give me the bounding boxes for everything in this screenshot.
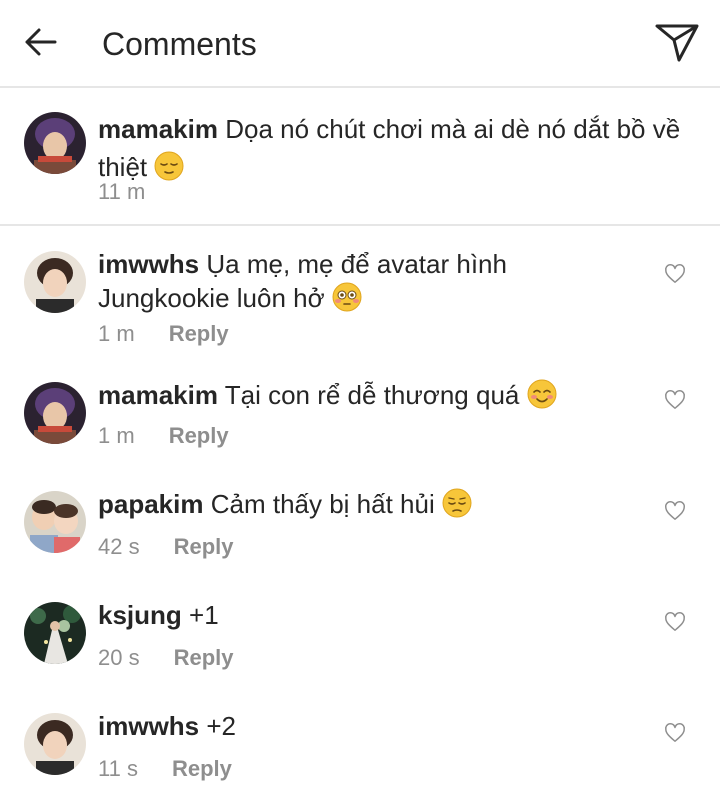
smiling-blush-face-emoji [527, 379, 557, 409]
avatar[interactable] [24, 602, 86, 664]
heart-icon[interactable] [664, 500, 686, 522]
avatar[interactable] [24, 491, 86, 553]
username[interactable]: papakim [98, 489, 204, 519]
comment-meta: 1 m Reply [98, 321, 229, 347]
comment-body: Cảm thấy bị hất hủi [210, 489, 435, 519]
comment-text: imwwhs Ụa mẹ, mẹ để avatar hình Jungkook… [98, 247, 638, 315]
heart-icon[interactable] [664, 389, 686, 411]
avatar[interactable] [24, 713, 86, 775]
username[interactable]: imwwhs [98, 249, 199, 279]
caption-text: mamakim Dọa nó chút chơi mà ai dè nó dắt… [98, 110, 698, 186]
timestamp: 11 m [98, 179, 146, 204]
heart-icon[interactable] [664, 611, 686, 633]
avatar[interactable] [24, 382, 86, 444]
timestamp: 11 s [98, 756, 138, 781]
paper-plane-icon [655, 24, 699, 62]
avatar[interactable] [24, 251, 86, 313]
reply-button[interactable]: Reply [174, 534, 234, 560]
timestamp: 42 s [98, 534, 140, 559]
comment-text: mamakim Tại con rể dễ thương quá [98, 378, 638, 412]
comment-text: papakim Cảm thấy bị hất hủi [98, 487, 638, 521]
username[interactable]: mamakim [98, 380, 218, 410]
relieved-face-emoji [154, 151, 184, 181]
reply-button[interactable]: Reply [172, 756, 232, 782]
reply-button[interactable]: Reply [174, 645, 234, 671]
comment-text: imwwhs +2 [98, 709, 638, 743]
reply-button[interactable]: Reply [169, 423, 229, 449]
comment-body: +2 [206, 711, 237, 741]
heart-icon[interactable] [664, 722, 686, 744]
flushed-face-emoji [332, 282, 362, 312]
comment-text: ksjung +1 [98, 598, 638, 632]
arrow-left-icon [25, 28, 57, 56]
pensive-face-emoji [442, 488, 472, 518]
comment-meta: 11 s Reply [98, 756, 232, 782]
back-button[interactable] [20, 22, 60, 62]
username[interactable]: imwwhs [98, 711, 199, 741]
comment-body: +1 [189, 600, 219, 630]
heart-icon[interactable] [664, 263, 686, 285]
page-title: Comments [102, 26, 257, 62]
username[interactable]: ksjung [98, 600, 182, 630]
share-button[interactable] [652, 20, 702, 66]
comment-meta: 20 s Reply [98, 645, 234, 671]
comment-body: Tại con rể dễ thương quá [224, 380, 520, 410]
username[interactable]: mamakim [98, 114, 218, 144]
timestamp: 1 m [98, 423, 135, 448]
timestamp: 1 m [98, 321, 135, 346]
post-caption: mamakim Dọa nó chút chơi mà ai dè nó dắt… [0, 90, 720, 226]
comment-meta: 42 s Reply [98, 534, 234, 560]
top-bar: Comments [0, 0, 720, 88]
reply-button[interactable]: Reply [169, 321, 229, 347]
avatar[interactable] [24, 112, 86, 174]
comment-meta: 1 m Reply [98, 423, 229, 449]
timestamp: 20 s [98, 645, 140, 670]
